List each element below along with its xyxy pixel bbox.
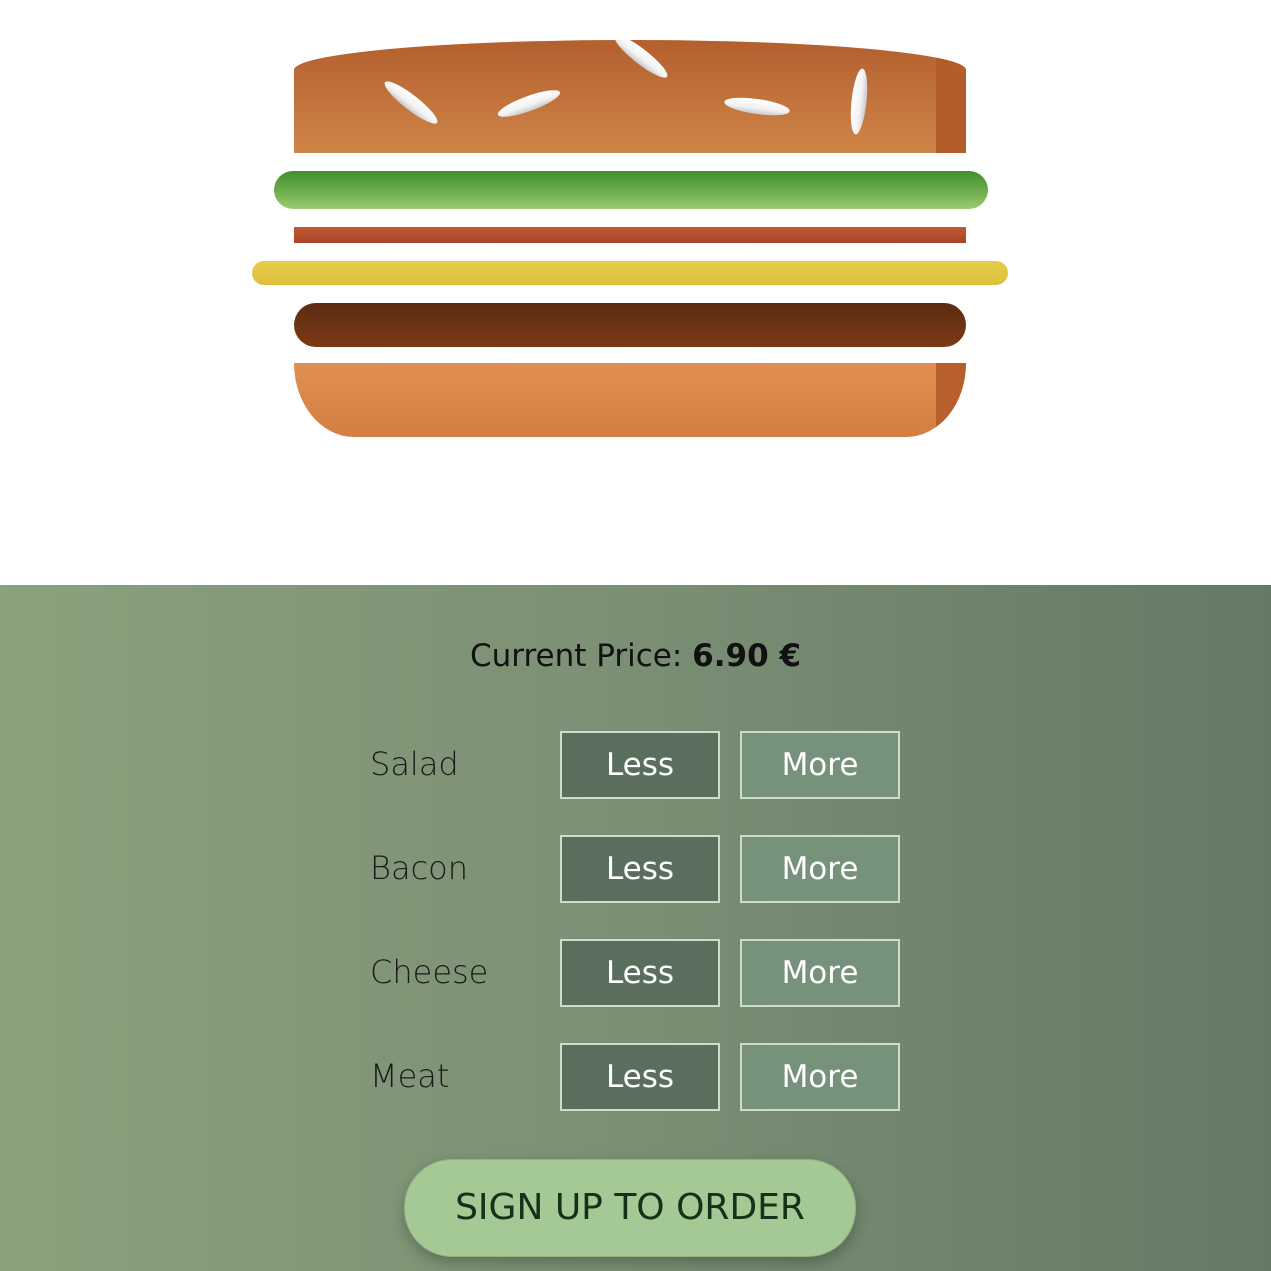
ingredient-label: Salad [370, 745, 459, 783]
ingredient-row-salad: Salad Less More [370, 731, 910, 799]
bread-top [294, 40, 966, 153]
price-label: Current Price: [469, 638, 693, 674]
bread-bottom-shade [936, 363, 966, 437]
price-value: 6.90 € [692, 638, 802, 674]
cheese-less-button[interactable]: Less [560, 939, 720, 1007]
salad-layer [274, 171, 988, 209]
current-price: Current Price: 6.90 € [0, 638, 1271, 674]
ingredient-row-meat: Meat Less More [370, 1043, 910, 1111]
ingredient-label: Cheese [370, 953, 489, 991]
salad-more-button[interactable]: More [740, 731, 900, 799]
build-controls: Current Price: 6.90 € Salad Less More Ba… [0, 585, 1271, 1271]
cheese-more-button[interactable]: More [740, 939, 900, 1007]
meat-layer [294, 303, 966, 347]
ingredient-row-cheese: Cheese Less More [370, 939, 910, 1007]
bacon-more-button[interactable]: More [740, 835, 900, 903]
bacon-less-button[interactable]: Less [560, 835, 720, 903]
sesame-seed [610, 40, 672, 83]
bread-top-shade [936, 40, 966, 153]
burger-builder-page: Current Price: 6.90 € Salad Less More Ba… [0, 0, 1271, 1271]
burger-preview [0, 0, 1271, 585]
bacon-layer [294, 227, 966, 243]
ingredient-label: Bacon [370, 849, 469, 887]
salad-less-button[interactable]: Less [560, 731, 720, 799]
bread-bottom [294, 363, 966, 437]
sesame-seed [723, 94, 791, 119]
meat-less-button[interactable]: Less [560, 1043, 720, 1111]
sesame-seed [495, 85, 563, 122]
sesame-seed [380, 76, 442, 129]
sesame-seed [848, 67, 870, 136]
sign-up-to-order-button[interactable]: SIGN UP TO ORDER [404, 1159, 856, 1257]
cheese-layer [252, 261, 1008, 285]
ingredient-row-bacon: Bacon Less More [370, 835, 910, 903]
ingredient-label: Meat [370, 1057, 450, 1095]
meat-more-button[interactable]: More [740, 1043, 900, 1111]
